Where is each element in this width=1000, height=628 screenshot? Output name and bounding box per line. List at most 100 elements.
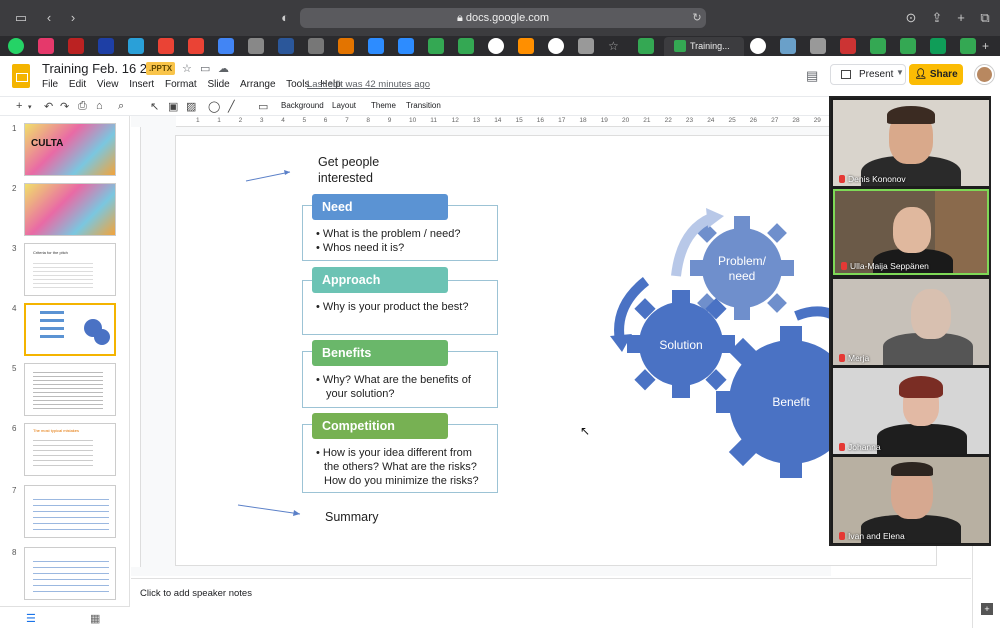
url-text: docs.google.com — [465, 12, 550, 24]
slide-thumbnail-3[interactable]: Criteria for the pitch — [24, 243, 116, 296]
theme-button[interactable]: Theme — [371, 101, 396, 110]
menu-arrange[interactable]: Arrange — [240, 79, 276, 90]
google-tab-icon[interactable] — [548, 38, 564, 54]
tab-icon[interactable] — [810, 38, 826, 54]
tab-icon[interactable] — [308, 38, 324, 54]
google-tab-icon[interactable] — [750, 38, 766, 54]
zoom-tab-icon[interactable] — [398, 38, 414, 54]
reload-icon[interactable]: ↻ — [688, 9, 706, 27]
ruler-tick: 3 — [259, 117, 264, 124]
comment-icon[interactable]: ▭ — [258, 100, 268, 113]
shape-icon[interactable]: ◯ — [208, 100, 220, 113]
tab-icon[interactable] — [128, 38, 144, 54]
tab-icon[interactable] — [38, 38, 54, 54]
add-icon[interactable]: + — [981, 603, 993, 615]
menu-file[interactable]: File — [42, 79, 58, 90]
drive-tab-icon[interactable] — [870, 38, 886, 54]
participant-tile-active[interactable]: Ulla-Maija Seppänen — [833, 189, 989, 275]
chevron-down-icon[interactable]: ▾ — [28, 103, 32, 111]
tab-icon[interactable] — [780, 38, 796, 54]
share-button[interactable]: 👤︎ Share — [909, 64, 963, 85]
tab-icon[interactable] — [578, 38, 594, 54]
gmail-tab-icon[interactable] — [158, 38, 174, 54]
line-icon[interactable]: ╱ — [228, 100, 235, 113]
docs-tab-icon[interactable] — [218, 38, 234, 54]
image-icon[interactable]: ▨ — [186, 100, 196, 113]
whatsapp-tab-icon[interactable] — [8, 38, 24, 54]
tab-icon[interactable] — [248, 38, 264, 54]
participant-tile[interactable]: Johanna — [833, 368, 989, 454]
cloud-icon[interactable]: ☁ — [218, 62, 229, 75]
gmail-tab-icon[interactable] — [188, 38, 204, 54]
new-tab-icon[interactable]: + — [952, 9, 970, 27]
present-dropdown-icon[interactable]: ▼ — [896, 68, 904, 77]
google-tab-icon[interactable] — [488, 38, 504, 54]
select-cursor-icon[interactable]: ↖ — [150, 100, 159, 113]
menu-view[interactable]: View — [97, 79, 119, 90]
download-icon[interactable]: ⊙ — [902, 9, 920, 27]
star-icon[interactable]: ☆ — [182, 62, 192, 75]
background-button[interactable]: Background — [281, 101, 324, 110]
ruler-tick: 26 — [749, 117, 758, 124]
tab-icon[interactable] — [98, 38, 114, 54]
ruler-tick: 16 — [536, 117, 545, 124]
tab-overview-icon[interactable]: ⧉ — [976, 9, 994, 27]
tab-icon[interactable] — [68, 38, 84, 54]
zoom-icon[interactable]: ⌕ — [118, 100, 124, 113]
participant-tile[interactable]: Merja — [833, 279, 989, 365]
sidebar-icon[interactable]: ▭ — [12, 9, 30, 27]
drive-tab-icon[interactable] — [458, 38, 474, 54]
drive-tab-icon[interactable] — [900, 38, 916, 54]
star-icon[interactable]: ☆ — [608, 38, 624, 54]
print-icon[interactable]: ⎙ — [78, 100, 87, 113]
text-box-icon[interactable]: ▣ — [168, 100, 178, 113]
present-button[interactable]: Present — [830, 64, 906, 85]
avatar[interactable] — [975, 65, 994, 84]
folder-icon[interactable]: ▭ — [200, 62, 210, 75]
slide-thumbnail-8[interactable] — [24, 547, 116, 600]
menu-slide[interactable]: Slide — [207, 79, 229, 90]
filmstrip-view-icon[interactable]: ☰ — [26, 612, 36, 625]
grid-view-icon[interactable]: ▦ — [90, 612, 100, 625]
tab-icon[interactable] — [338, 38, 354, 54]
drive-tab-icon[interactable] — [638, 38, 654, 54]
active-tab[interactable]: Training... — [664, 37, 744, 56]
tab-icon[interactable] — [840, 38, 856, 54]
address-bar[interactable]: 🔒︎ docs.google.com — [300, 8, 706, 28]
menu-edit[interactable]: Edit — [69, 79, 86, 90]
comments-icon[interactable]: ▤ — [806, 68, 818, 84]
zoom-tab-icon[interactable] — [368, 38, 384, 54]
drive-tab-icon[interactable] — [960, 38, 976, 54]
tab-icon[interactable] — [518, 38, 534, 54]
slides-logo-icon[interactable] — [12, 64, 30, 88]
new-tab-icon[interactable]: + — [982, 38, 998, 54]
paint-format-icon[interactable]: ⌂ — [96, 100, 103, 112]
back-icon[interactable]: ‹ — [40, 9, 58, 27]
slide-thumbnail-7[interactable] — [24, 485, 116, 538]
undo-icon[interactable]: ↶ — [44, 100, 53, 113]
forward-icon[interactable]: › — [64, 9, 82, 27]
last-edit-link[interactable]: Last edit was 42 minutes ago — [307, 79, 430, 90]
shield-icon[interactable]: ◐ — [276, 9, 294, 27]
new-slide-icon[interactable]: + — [16, 100, 22, 112]
sheets-tab-icon[interactable] — [930, 38, 946, 54]
speaker-notes[interactable]: Click to add speaker notes — [131, 578, 971, 608]
slide[interactable]: Get people interested Need • What is the… — [176, 136, 936, 565]
transition-button[interactable]: Transition — [406, 101, 441, 110]
slide-thumbnail-2[interactable] — [24, 183, 116, 236]
slide-thumbnail-1[interactable]: CULTA — [24, 123, 116, 176]
slide-thumbnail-4-selected[interactable] — [24, 303, 116, 356]
slide-thumbnail-5[interactable] — [24, 363, 116, 416]
menu-format[interactable]: Format — [165, 79, 197, 90]
drive-tab-icon[interactable] — [428, 38, 444, 54]
redo-icon[interactable]: ↷ — [60, 100, 69, 113]
outlook-tab-icon[interactable] — [278, 38, 294, 54]
slide-thumbnail-6[interactable]: The most typical mistakes — [24, 423, 116, 476]
layout-button[interactable]: Layout — [332, 101, 356, 110]
ruler-tick: 10 — [409, 117, 417, 124]
participant-tile[interactable]: Ivan and Elena — [833, 457, 989, 543]
share-page-icon[interactable]: ⇪ — [928, 9, 946, 27]
participant-tile[interactable]: Denis Kononov — [833, 100, 989, 186]
menu-insert[interactable]: Insert — [129, 79, 154, 90]
menu-tools[interactable]: Tools — [286, 79, 309, 90]
